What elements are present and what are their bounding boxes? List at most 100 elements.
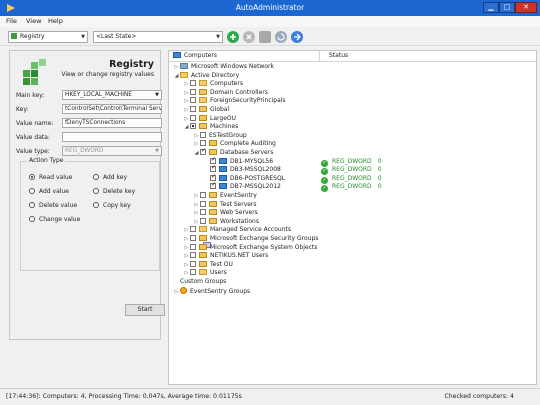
tree-row-label: ForeignSecurityPrincipals xyxy=(210,97,286,105)
maximize-button[interactable]: □ xyxy=(499,2,515,13)
expand-arrow-icon[interactable]: ▷ xyxy=(183,252,190,261)
radio-delete-value[interactable]: Delete value xyxy=(29,202,77,209)
tree-row[interactable]: ▷ EventSentry xyxy=(193,192,257,201)
tree-checkbox[interactable] xyxy=(200,131,206,138)
expand-arrow-icon[interactable]: ▷ xyxy=(193,192,200,201)
tree-row[interactable]: ▷ Managed Service Accounts xyxy=(183,226,291,235)
expand-arrow-icon[interactable]: ▷ xyxy=(173,63,180,72)
value-name-field[interactable]: fDenyTSConnections xyxy=(62,118,162,128)
radio-add-key[interactable]: Add key xyxy=(93,174,127,181)
tree-checkbox[interactable] xyxy=(210,181,216,190)
tree-row[interactable]: ◢ Database Servers xyxy=(193,147,274,158)
value-type-select[interactable]: REG_DWORD ▼ xyxy=(62,146,162,156)
tree-checkbox[interactable] xyxy=(190,260,196,267)
tree-checkbox[interactable] xyxy=(210,164,216,173)
tree-row[interactable]: ▷ Microsoft Windows Network xyxy=(173,63,274,72)
refresh-icon[interactable] xyxy=(275,31,287,43)
tree-row[interactable]: ▷ Microsoft Exchange Security Groups xyxy=(183,235,318,244)
tree-row[interactable]: ▷ ForeignSecurityPrincipals xyxy=(183,97,286,106)
tree-checkbox[interactable] xyxy=(190,226,196,233)
registry-small-icon xyxy=(11,33,17,39)
settings-icon[interactable] xyxy=(259,31,271,43)
tree-checkbox[interactable] xyxy=(200,192,206,198)
radio-change-value[interactable]: Change value xyxy=(29,216,80,223)
tree-checkbox[interactable] xyxy=(190,97,196,104)
key-field[interactable]: tControlSet\Control\Terminal Server xyxy=(62,104,162,114)
menu-help[interactable]: Help xyxy=(48,17,63,25)
tree-row[interactable]: ◢ Machines xyxy=(183,123,238,132)
value-data-field[interactable] xyxy=(62,132,162,142)
tree-checkbox[interactable] xyxy=(190,88,196,95)
tree-row[interactable]: ▷ EventSentry Groups xyxy=(173,286,250,297)
tree-row[interactable]: ▷ Global xyxy=(183,106,229,115)
computers-column-header[interactable]: Computers xyxy=(173,52,217,59)
start-button[interactable]: Start xyxy=(125,304,165,316)
expand-arrow-icon[interactable]: ▷ xyxy=(183,261,190,270)
tree-checkbox[interactable] xyxy=(190,235,196,241)
expand-arrow-icon[interactable]: ▷ xyxy=(193,140,200,149)
tree-checkbox[interactable] xyxy=(190,106,196,112)
tree-row[interactable]: ▷ NETIKUS.NET Users xyxy=(183,252,268,261)
tree-row[interactable]: ◢ Active Directory xyxy=(173,71,239,81)
radio-copy-key[interactable]: Copy key xyxy=(93,202,131,209)
module-select[interactable]: Registry ▼ xyxy=(8,31,88,43)
expand-arrow-icon[interactable]: ▷ xyxy=(183,97,190,106)
tree-row[interactable]: ▷ Users xyxy=(183,269,227,278)
close-button[interactable]: ✕ xyxy=(515,2,537,13)
tree-checkbox[interactable] xyxy=(190,123,196,130)
start-icon[interactable] xyxy=(291,31,303,43)
column-separator[interactable] xyxy=(319,51,320,61)
tree-checkbox[interactable] xyxy=(190,252,196,259)
tree-row[interactable]: ▷ Test OU xyxy=(183,260,233,270)
expand-arrow-icon[interactable]: ▷ xyxy=(183,89,190,98)
expand-arrow-icon[interactable]: ◢ xyxy=(183,123,190,132)
expand-arrow-icon[interactable]: ◢ xyxy=(173,72,180,81)
tree-row[interactable]: ▷ Web Servers xyxy=(193,209,258,218)
expand-arrow-icon[interactable]: ▷ xyxy=(173,288,180,297)
expand-arrow-icon[interactable]: ▷ xyxy=(183,226,190,235)
tree-checkbox[interactable] xyxy=(190,243,196,250)
tree-row[interactable]: ▷ Domain Controllers xyxy=(183,88,268,98)
tree-checkbox[interactable] xyxy=(200,209,206,216)
expand-arrow-icon[interactable]: ▷ xyxy=(183,80,190,89)
radio-delete-key[interactable]: Delete key xyxy=(93,188,135,195)
expand-arrow-icon[interactable]: ▷ xyxy=(193,218,200,227)
tree-checkbox[interactable] xyxy=(200,217,206,224)
state-select[interactable]: <Last State> ▼ xyxy=(93,31,223,43)
tree-row[interactable]: ▷ Computers xyxy=(183,80,243,89)
expand-arrow-icon[interactable]: ▷ xyxy=(183,106,190,115)
expand-arrow-icon[interactable]: ▷ xyxy=(183,244,190,253)
expand-arrow-icon[interactable]: ◢ xyxy=(193,149,200,158)
minimize-button[interactable]: ▁ xyxy=(483,2,499,13)
tree-row[interactable]: DB7-MSSQL2012 xyxy=(203,181,281,192)
tree-row[interactable]: Custom Groups xyxy=(173,278,226,394)
tree-row[interactable]: ▷ ESTestGroup xyxy=(193,131,247,248)
status-column-header[interactable]: Status xyxy=(329,52,348,59)
expand-arrow-icon[interactable]: ▷ xyxy=(193,209,200,218)
add-icon[interactable] xyxy=(227,31,239,43)
tree-checkbox[interactable] xyxy=(190,269,196,276)
expand-arrow-icon[interactable]: ▷ xyxy=(193,132,200,141)
tree-checkbox[interactable] xyxy=(190,80,196,87)
remove-icon[interactable] xyxy=(243,31,255,43)
tree-checkbox[interactable] xyxy=(210,156,216,164)
tree-row[interactable]: ▷ Microsoft Exchange System Objects xyxy=(183,243,317,253)
menu-view[interactable]: View xyxy=(26,17,41,25)
radio-read-value[interactable]: Read value xyxy=(29,174,72,181)
tree-row[interactable]: ▷ Workstations xyxy=(193,217,259,227)
tree-checkbox[interactable] xyxy=(190,114,196,121)
menu-file[interactable]: File xyxy=(6,17,17,25)
expand-arrow-icon[interactable]: ▷ xyxy=(193,201,200,210)
main-key-select[interactable]: HKEY_LOCAL_MACHINE ▼ xyxy=(62,90,162,100)
expand-arrow-icon[interactable]: ▷ xyxy=(183,269,190,278)
expand-arrow-icon[interactable]: ▷ xyxy=(183,235,190,244)
radio-add-value[interactable]: Add value xyxy=(29,188,69,195)
tree-row[interactable]: ▷ Test Servers xyxy=(193,200,257,210)
tree-checkbox[interactable] xyxy=(200,140,206,147)
tree-checkbox[interactable] xyxy=(200,200,206,207)
expand-arrow-icon[interactable]: ▷ xyxy=(183,115,190,124)
ou-icon xyxy=(199,260,207,267)
tree-checkbox[interactable] xyxy=(200,147,206,156)
tree-row[interactable]: ▷ LargeOU xyxy=(183,114,236,124)
tree-checkbox[interactable] xyxy=(210,173,216,181)
